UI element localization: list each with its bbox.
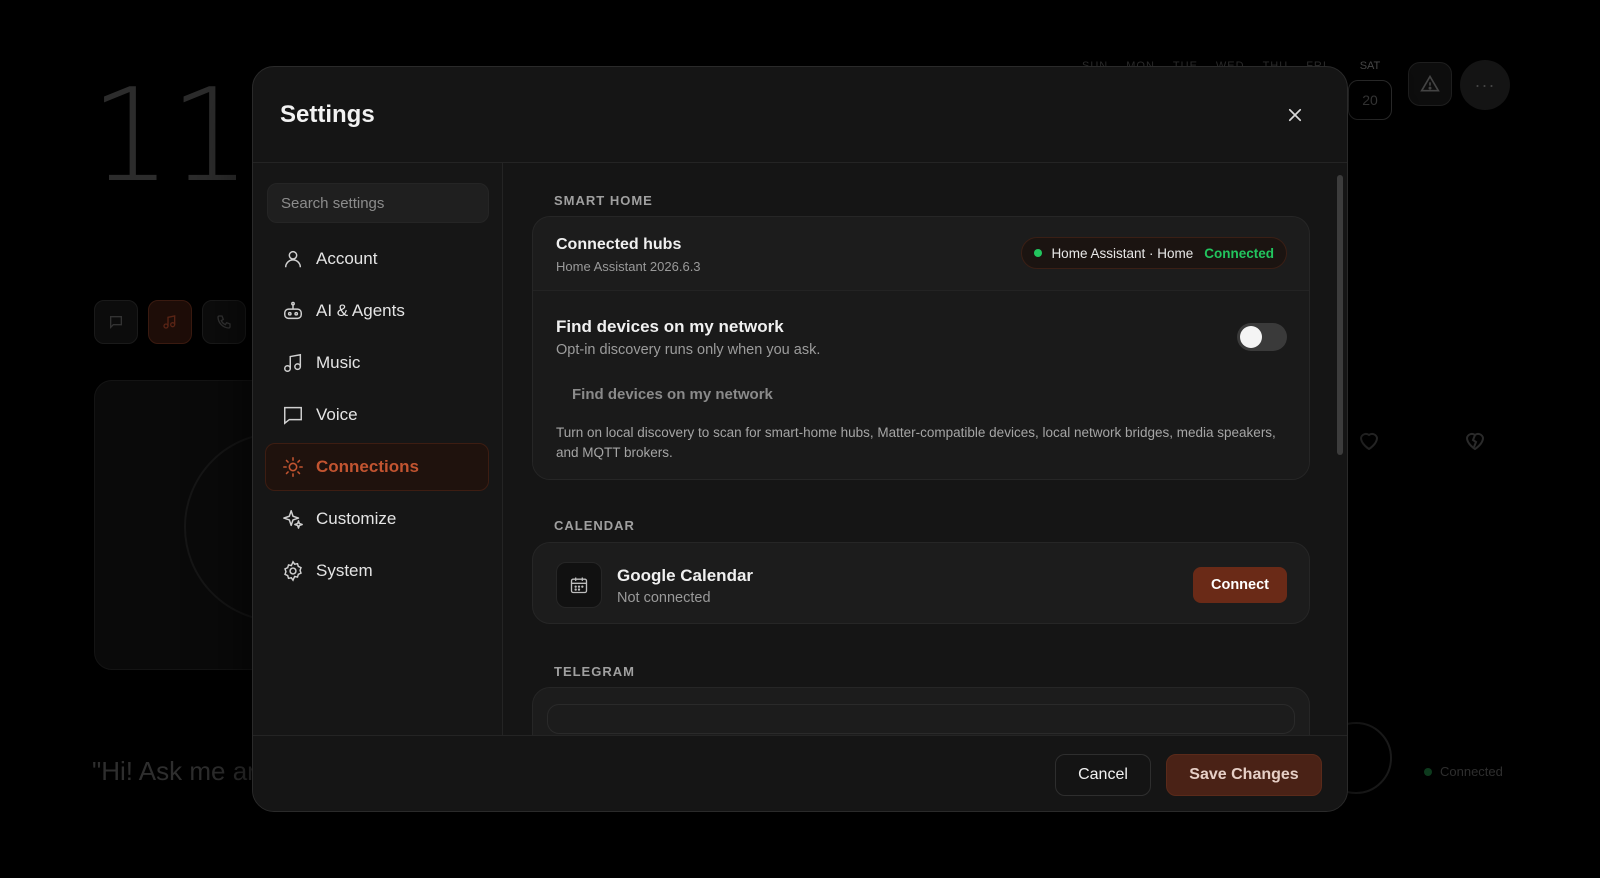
nav-item-system[interactable]: System bbox=[265, 547, 489, 595]
nav-label: System bbox=[316, 561, 373, 580]
music-note-icon bbox=[284, 353, 302, 372]
nav-item-music[interactable]: Music bbox=[265, 339, 489, 387]
hub-status-badge: Home Assistant · Home Connected bbox=[1021, 237, 1287, 269]
find-devices-row: Find devices on my network Opt-in discov… bbox=[533, 291, 1309, 479]
nav-item-account[interactable]: Account bbox=[265, 235, 489, 283]
connection-status-text: Connected bbox=[1440, 764, 1503, 779]
find-devices-description: Turn on local discovery to scan for smar… bbox=[556, 425, 1276, 460]
user-icon bbox=[284, 250, 302, 268]
google-calendar-title: Google Calendar bbox=[617, 566, 754, 585]
modal-title: Settings bbox=[280, 101, 375, 128]
settings-nav: Account AI & Agents Music Voice Connecti… bbox=[265, 235, 489, 599]
nav-label: Customize bbox=[316, 509, 397, 528]
connect-calendar-button[interactable]: Connect bbox=[1193, 567, 1287, 603]
find-devices-title: Find devices on my network bbox=[556, 317, 784, 336]
find-devices-button[interactable]: Find devices on my network bbox=[559, 377, 786, 411]
sun-icon bbox=[283, 457, 303, 477]
nav-label: Music bbox=[316, 353, 361, 372]
toggle-knob bbox=[1240, 326, 1262, 348]
close-icon bbox=[1288, 108, 1302, 122]
background-tabs bbox=[94, 300, 246, 344]
connected-hubs-version: Home Assistant 2026.6.3 bbox=[556, 259, 701, 274]
modal-footer: Cancel Save Changes bbox=[253, 735, 1347, 811]
hub-status: Connected bbox=[1204, 245, 1274, 261]
nav-label: AI & Agents bbox=[316, 301, 405, 320]
warning-icon bbox=[1408, 62, 1452, 106]
google-calendar-status: Not connected bbox=[617, 590, 711, 606]
chat-icon bbox=[94, 300, 138, 344]
cancel-button[interactable]: Cancel bbox=[1055, 754, 1151, 796]
section-label-telegram: TELEGRAM bbox=[554, 664, 635, 679]
nav-item-customize[interactable]: Customize bbox=[265, 495, 489, 543]
status-dot bbox=[1034, 249, 1043, 257]
section-label-smart-home: SMART HOME bbox=[554, 193, 653, 208]
saturday-date: 20 bbox=[1348, 80, 1392, 120]
close-button[interactable] bbox=[1281, 101, 1309, 129]
status-dot bbox=[1424, 767, 1432, 776]
nav-item-connections[interactable]: Connections bbox=[265, 443, 489, 491]
save-changes-button[interactable]: Save Changes bbox=[1166, 754, 1322, 796]
heart-icon bbox=[1359, 432, 1379, 451]
saturday-label: SAT bbox=[1359, 60, 1381, 72]
nav-label: Connections bbox=[316, 457, 419, 476]
settings-modal: Settings Account AI & Agents Music Voice bbox=[252, 66, 1348, 812]
find-devices-subtitle: Opt-in discovery runs only when you ask. bbox=[556, 342, 821, 358]
search-input[interactable] bbox=[267, 183, 489, 223]
content-scrollbar[interactable] bbox=[1337, 175, 1343, 455]
gear-icon bbox=[284, 560, 302, 582]
connection-status: Connected bbox=[1424, 764, 1503, 779]
speech-bubble-icon bbox=[284, 406, 302, 425]
nav-label: Voice bbox=[316, 405, 358, 424]
settings-sidebar: Account AI & Agents Music Voice Connecti… bbox=[253, 163, 503, 735]
settings-content: SMART HOME Connected hubs Home Assistant… bbox=[504, 163, 1347, 735]
find-devices-toggle[interactable] bbox=[1237, 323, 1287, 351]
calendar-icon bbox=[556, 562, 602, 608]
music-icon bbox=[148, 300, 192, 344]
telegram-card bbox=[532, 687, 1310, 735]
hub-name: Home Assistant · Home bbox=[1051, 245, 1194, 261]
broken-heart-icon bbox=[1465, 432, 1485, 451]
assistant-prompt: "Hi! Ask me ar bbox=[92, 756, 256, 786]
connected-hubs-row: Connected hubs Home Assistant 2026.6.3 H… bbox=[533, 217, 1309, 291]
nav-item-ai-agents[interactable]: AI & Agents bbox=[265, 287, 489, 335]
google-calendar-card: Google Calendar Not connected Connect bbox=[532, 542, 1310, 624]
section-label-calendar: CALENDAR bbox=[554, 518, 635, 533]
robot-icon bbox=[284, 301, 302, 320]
nav-item-voice[interactable]: Voice bbox=[265, 391, 489, 439]
modal-header: Settings bbox=[253, 67, 1347, 163]
nav-label: Account bbox=[316, 249, 378, 268]
more-icon: ··· bbox=[1460, 60, 1510, 110]
phone-icon bbox=[202, 300, 246, 344]
telegram-inner-panel bbox=[547, 704, 1295, 734]
sparkles-icon bbox=[283, 510, 303, 529]
connected-hubs-title: Connected hubs bbox=[556, 236, 682, 253]
smart-home-card: Connected hubs Home Assistant 2026.6.3 H… bbox=[532, 216, 1310, 480]
